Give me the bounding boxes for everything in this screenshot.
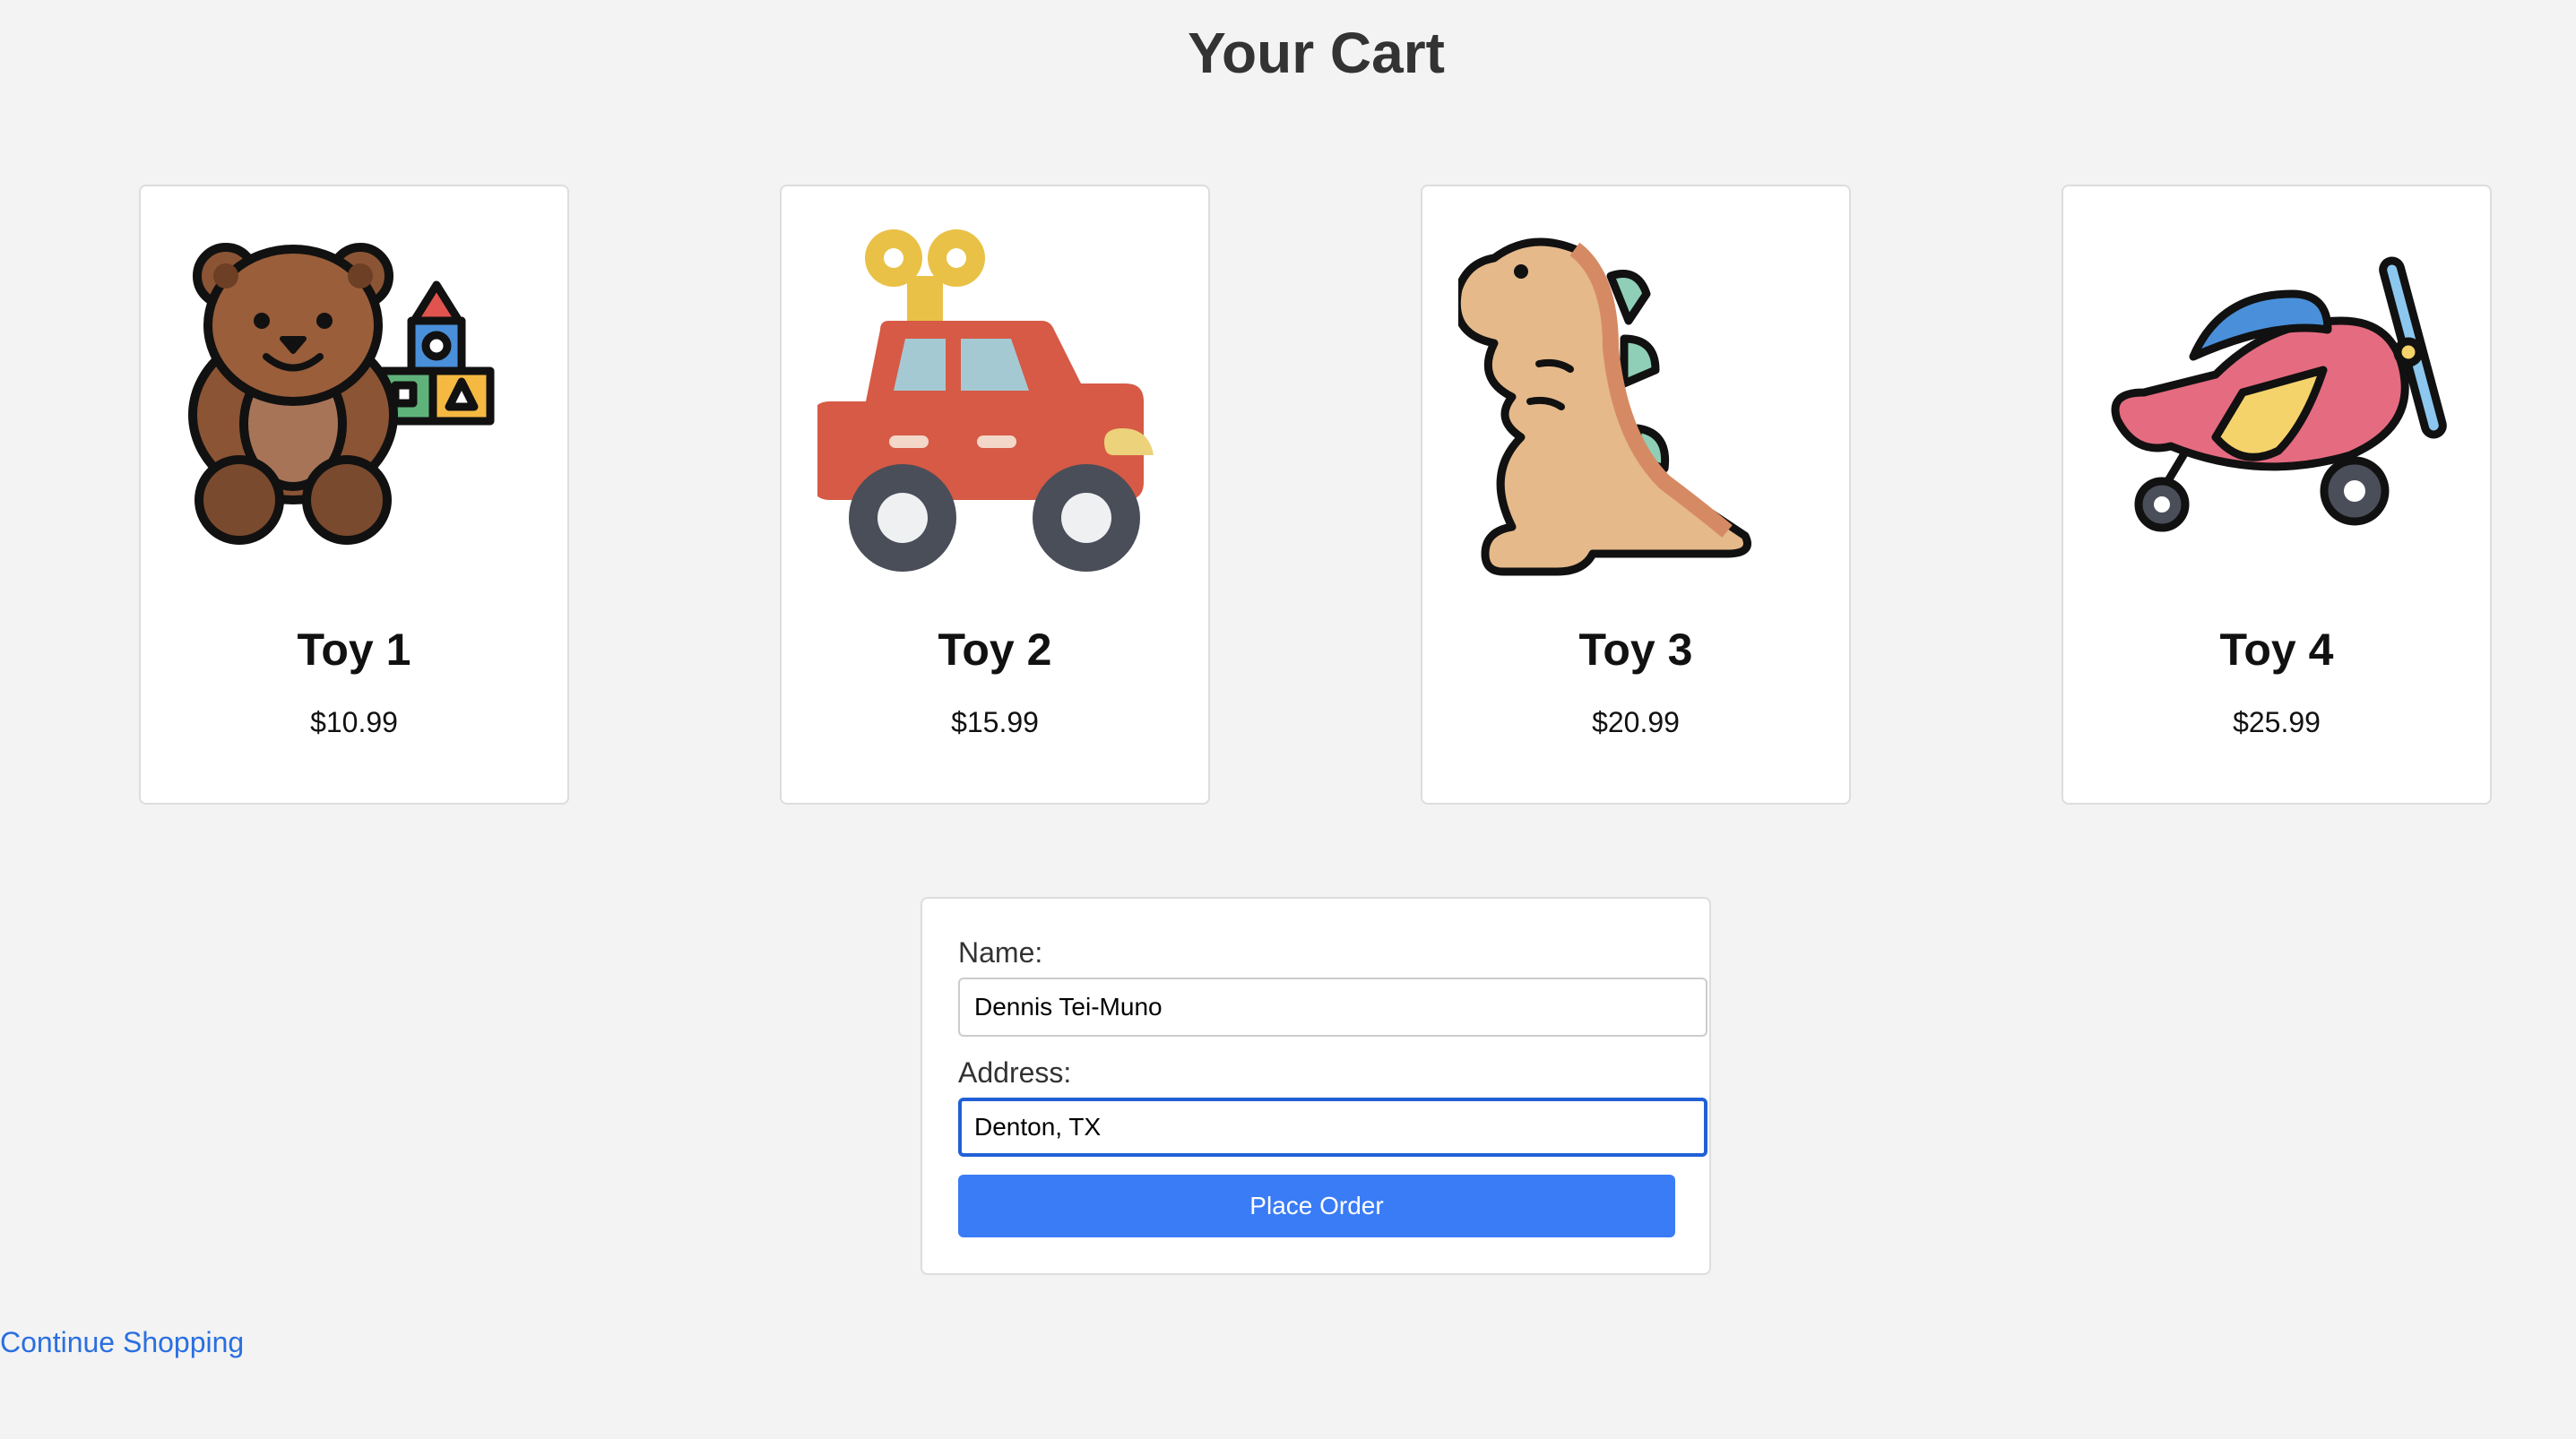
name-label: Name: [958, 936, 1043, 969]
address-field[interactable] [958, 1098, 1707, 1157]
item-price: $20.99 [1592, 706, 1680, 738]
item-price: $25.99 [2233, 706, 2321, 738]
cart-item-card: Toy 2 $15.99 [780, 185, 1210, 805]
order-form: Name: Address: Place Order [921, 897, 1711, 1275]
cart-item-card: Toy 3 $20.99 [1421, 185, 1851, 805]
place-order-button[interactable]: Place Order [958, 1175, 1675, 1237]
continue-shopping-link[interactable]: Continue Shopping [0, 1326, 244, 1359]
item-name: Toy 4 [2219, 625, 2334, 675]
cart-item-card: Toy 4 $25.99 [2062, 185, 2492, 805]
item-name: Toy 1 [297, 625, 411, 675]
toy-dinosaur-icon [1458, 237, 1751, 576]
address-label: Address: [958, 1056, 1072, 1089]
item-price: $10.99 [310, 706, 398, 738]
name-field[interactable] [958, 978, 1707, 1037]
teddy-bear-with-blocks-icon [188, 243, 495, 545]
item-name: Toy 3 [1578, 625, 1693, 675]
item-name: Toy 2 [938, 625, 1052, 675]
cart-page: Your Cart Toy 1 $10.99 Toy 2 $15.99 Toy … [0, 0, 2576, 1439]
wind-up-car-icon [817, 229, 1154, 572]
cart-item-card: Toy 1 $10.99 [139, 185, 569, 805]
item-price: $15.99 [951, 706, 1039, 738]
page-title: Your Cart [1188, 21, 1445, 85]
toy-airplane-icon [2111, 256, 2447, 532]
